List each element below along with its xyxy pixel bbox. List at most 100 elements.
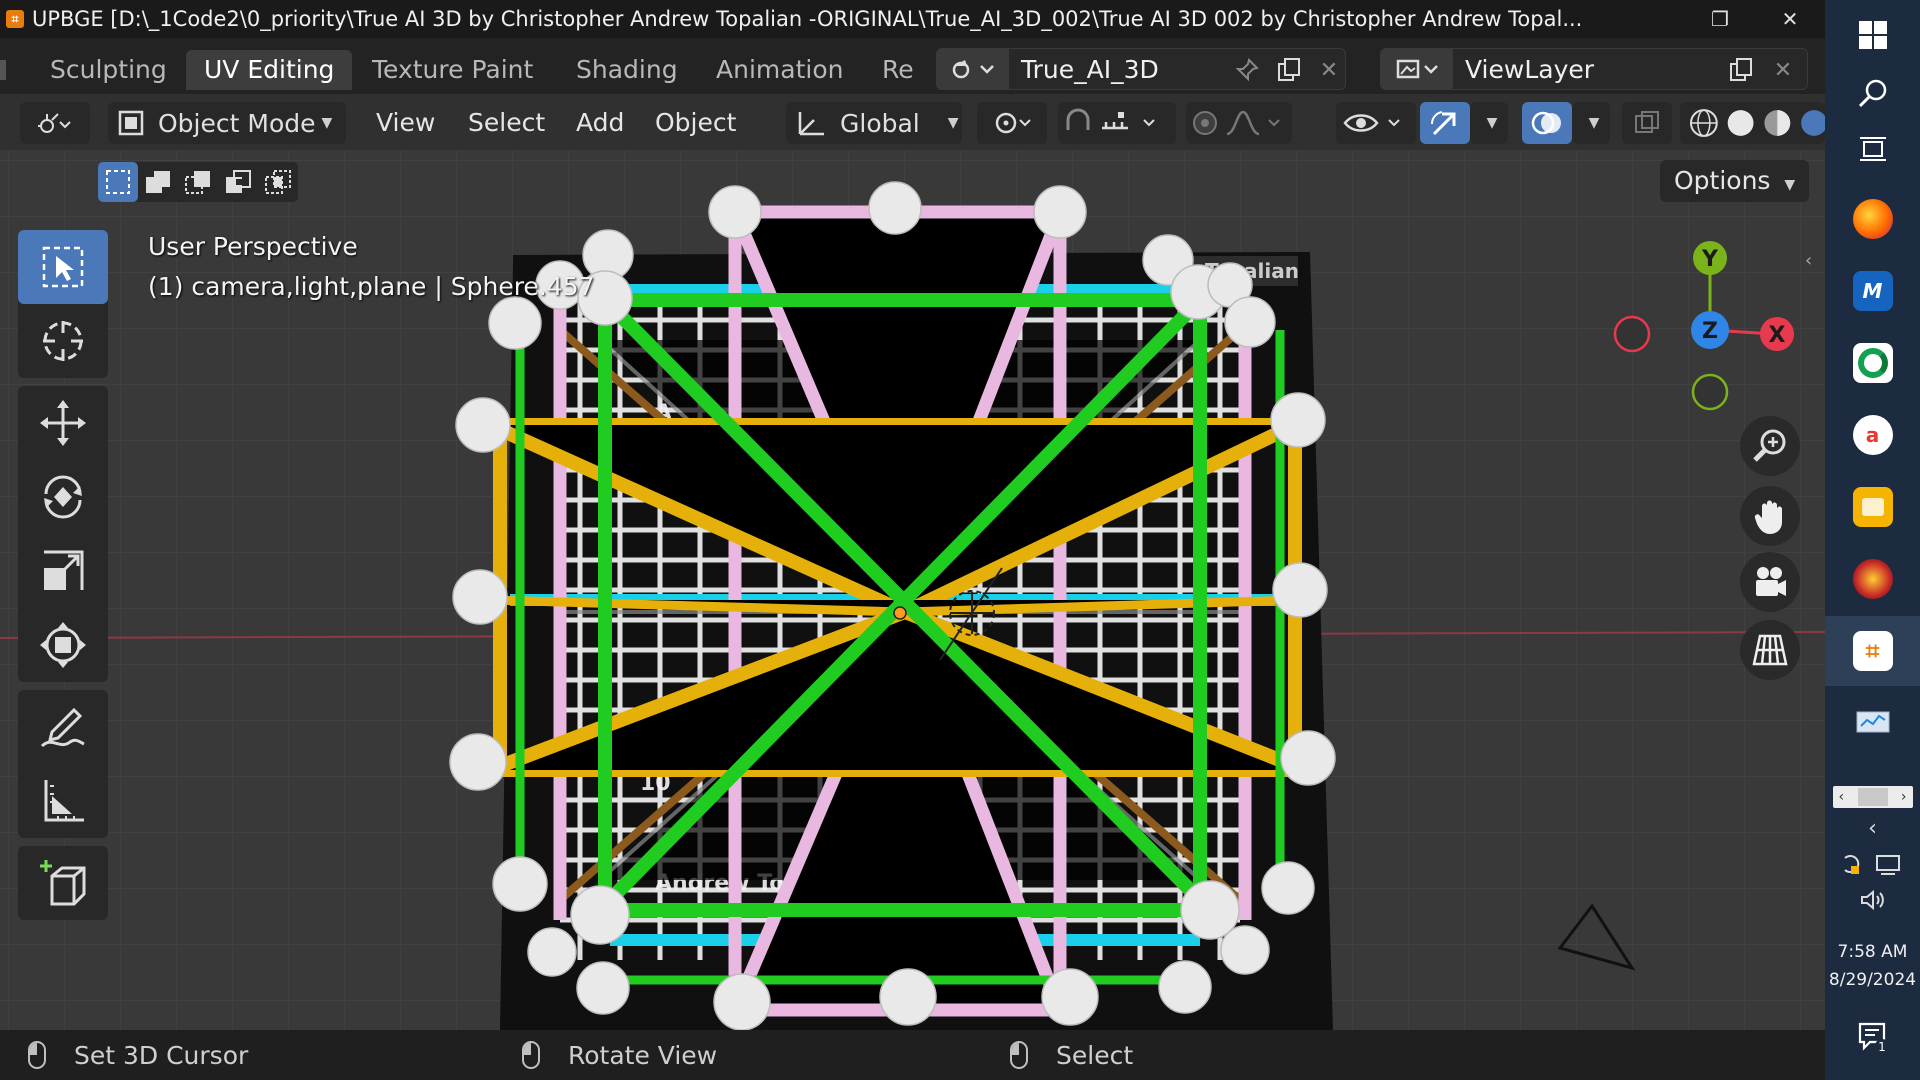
- options-label: Options: [1674, 166, 1771, 195]
- status-rotate-view: Rotate View: [522, 1030, 717, 1080]
- transform-tool[interactable]: [18, 608, 108, 682]
- windows-taskbar: M a ⌗ ‹ › ‹ 7:58 AM 8/29/2024 1: [1825, 0, 1920, 1080]
- show-gizmo-toggle[interactable]: [1420, 102, 1470, 144]
- new-scene-icon[interactable]: [1269, 49, 1309, 91]
- show-overlays-toggle[interactable]: [1522, 102, 1572, 144]
- gizmo-neg-y-icon: [1691, 373, 1729, 411]
- pin-icon[interactable]: [1227, 49, 1267, 91]
- new-view-layer-icon[interactable]: [1721, 49, 1761, 91]
- view-layer-icon[interactable]: [1381, 48, 1453, 90]
- pivot-point-dropdown[interactable]: [977, 102, 1047, 144]
- tab-scroll-edge: [0, 60, 6, 80]
- transform-icon: [40, 622, 86, 668]
- navigation-gizmo[interactable]: Y Z X: [1610, 220, 1810, 420]
- select-subtract-icon[interactable]: [178, 162, 218, 202]
- chevron-down-icon: ▼: [1784, 177, 1796, 193]
- viewport-header: Object Mode ▼ View Select Add Object Glo…: [0, 94, 1825, 150]
- app-a-icon[interactable]: a: [1825, 400, 1920, 470]
- firefox-icon[interactable]: [1825, 184, 1920, 254]
- object-visibility-dropdown[interactable]: [1336, 102, 1416, 144]
- xray-toggle[interactable]: [1622, 102, 1672, 144]
- add-cube-icon: [40, 860, 86, 906]
- close-window-icon[interactable]: ✕: [1760, 0, 1820, 38]
- view-layer-name[interactable]: ViewLayer: [1465, 55, 1594, 84]
- perspective-label: User Perspective: [148, 232, 358, 261]
- shading-modes[interactable]: [1680, 102, 1825, 144]
- orthographic-toggle-button[interactable]: [1740, 620, 1800, 680]
- move-tool[interactable]: [18, 386, 108, 460]
- snapping-dropdown[interactable]: [1058, 102, 1176, 144]
- gizmo-arrow-icon: [1430, 111, 1456, 136]
- tray-scrollbar[interactable]: ‹ ›: [1825, 786, 1920, 808]
- annotate-tool[interactable]: [18, 690, 108, 764]
- cursor-tool[interactable]: [18, 304, 108, 378]
- view-layer-selector[interactable]: ViewLayer ✕: [1380, 48, 1808, 90]
- object-mode-dropdown[interactable]: Object Mode ▼: [108, 102, 346, 144]
- tab-rendering-truncated[interactable]: Re: [864, 50, 932, 90]
- overlays-dropdown[interactable]: ▼: [1572, 102, 1610, 144]
- workspace-tabs: Sculpting UV Editing Texture Paint Shadi…: [0, 38, 1825, 94]
- select-box-tool[interactable]: [18, 230, 108, 304]
- menu-view[interactable]: View: [376, 102, 435, 144]
- game-icon[interactable]: [1825, 544, 1920, 614]
- upbge-icon[interactable]: ⌗: [1825, 616, 1920, 686]
- mathematica-icon[interactable]: M: [1825, 256, 1920, 326]
- scale-tool[interactable]: [18, 534, 108, 608]
- select-extend-icon[interactable]: [138, 162, 178, 202]
- tray-icons: [1825, 852, 1920, 876]
- sidebar-collapse-icon[interactable]: ‹: [1805, 250, 1812, 271]
- eye-icon: [1343, 114, 1400, 132]
- chevron-left-icon[interactable]: ‹: [1839, 789, 1845, 805]
- selection-mode-buttons: [98, 162, 298, 202]
- select-new-icon[interactable]: [98, 162, 138, 202]
- status-rotate-view-label: Rotate View: [568, 1040, 718, 1070]
- proportional-editing[interactable]: [1186, 102, 1292, 144]
- tab-sculpting[interactable]: Sculpting: [32, 50, 185, 90]
- tab-uv-editing[interactable]: UV Editing: [186, 50, 353, 90]
- scene-icon[interactable]: [937, 48, 1009, 90]
- window-title: UPBGE [D:\_1Code2\0_priority\True AI 3D …: [32, 7, 1583, 31]
- pan-view-button[interactable]: [1740, 486, 1800, 546]
- edge-icon[interactable]: [1825, 328, 1920, 398]
- gizmo-dropdown[interactable]: ▼: [1470, 102, 1508, 144]
- menu-object[interactable]: Object: [655, 102, 736, 144]
- chevron-right-icon[interactable]: ›: [1901, 789, 1907, 805]
- select-intersect-icon[interactable]: [258, 162, 298, 202]
- rotate-tool[interactable]: [18, 460, 108, 534]
- notifications-icon[interactable]: 1: [1825, 1020, 1920, 1054]
- camera-view-button[interactable]: [1740, 552, 1800, 612]
- options-dropdown[interactable]: Options ▼: [1660, 160, 1810, 202]
- status-select: Select: [1010, 1030, 1133, 1080]
- add-cube-tool[interactable]: [18, 846, 108, 920]
- camera-object-icon[interactable]: [1550, 900, 1650, 990]
- delete-scene-icon[interactable]: ✕: [1309, 49, 1349, 91]
- task-view-icon[interactable]: [1825, 114, 1920, 184]
- zoom-view-button[interactable]: [1740, 416, 1800, 476]
- restore-window-icon[interactable]: ❐: [1690, 0, 1750, 38]
- mouse-middle-icon: [522, 1041, 540, 1069]
- 3d-viewport[interactable]: Topalian A 10 Andrew Topal: [0, 150, 1825, 1030]
- files-icon[interactable]: [1825, 472, 1920, 542]
- tab-shading[interactable]: Shading: [558, 50, 696, 90]
- tab-animation[interactable]: Animation: [698, 50, 861, 90]
- snap-magnet-icon: [1066, 108, 1090, 130]
- delete-view-layer-icon[interactable]: ✕: [1763, 49, 1803, 91]
- show-hidden-icons-icon[interactable]: ‹: [1825, 816, 1920, 841]
- volume-icon[interactable]: [1825, 888, 1920, 912]
- mouse-right-icon: [1010, 1041, 1028, 1069]
- editor-type-button[interactable]: [20, 102, 90, 144]
- select-invert-icon[interactable]: [218, 162, 258, 202]
- object-origin-dot: [893, 606, 907, 620]
- overlays-icon: [1531, 111, 1561, 135]
- upbge-logo-icon: ⌗: [6, 10, 24, 28]
- tab-texture-paint[interactable]: Texture Paint: [354, 50, 551, 90]
- scene-selector[interactable]: True_AI_3D ✕: [936, 48, 1346, 90]
- pivot-point-icon: [995, 112, 1031, 134]
- taskbar-clock[interactable]: 7:58 AM 8/29/2024: [1825, 938, 1920, 994]
- scene-name[interactable]: True_AI_3D: [1021, 55, 1159, 84]
- network-monitor-icon[interactable]: [1825, 688, 1920, 758]
- transform-orientation-dropdown[interactable]: Global ▼: [786, 102, 962, 144]
- measure-tool[interactable]: [18, 764, 108, 838]
- menu-select[interactable]: Select: [468, 102, 545, 144]
- menu-add[interactable]: Add: [576, 102, 624, 144]
